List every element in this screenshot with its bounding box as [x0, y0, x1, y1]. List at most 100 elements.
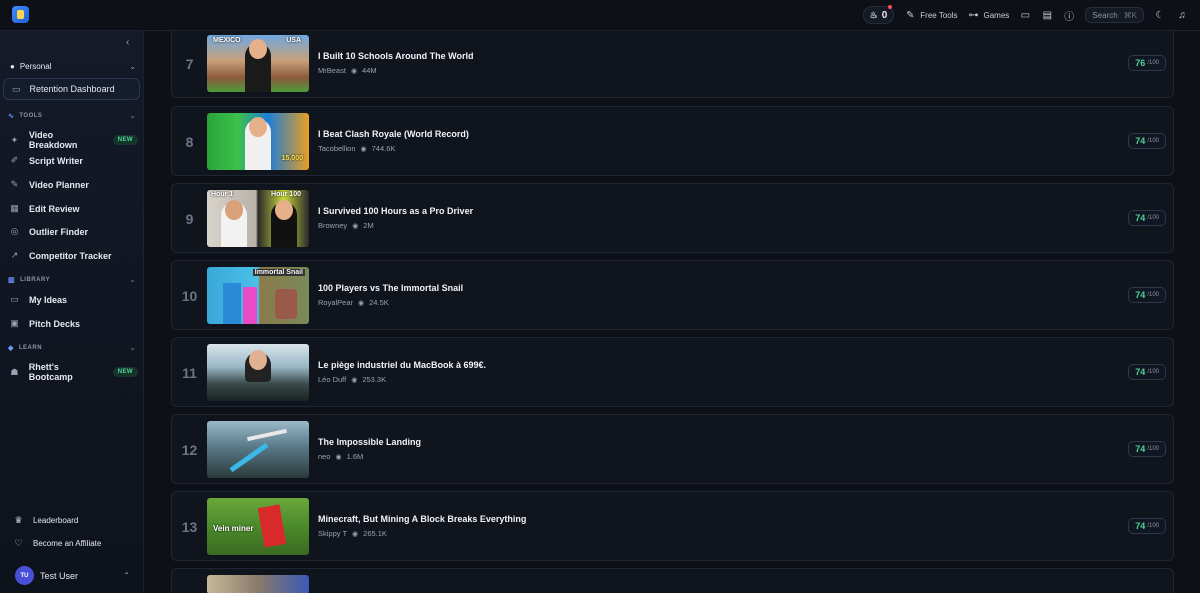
video-title[interactable]: I Beat Clash Royale (World Record) [318, 129, 469, 139]
score-badge: 74 /100 [1128, 441, 1166, 457]
video-thumbnail[interactable]: MEXICO USA [207, 35, 309, 92]
sidebar-item-script-writer[interactable]: ✐ Script Writer [10, 155, 138, 166]
chevron-up-icon: ⌃ [123, 571, 130, 580]
thumbnail-text: MEXICO [213, 37, 241, 44]
thumbnail-text: Hour 100 [271, 191, 301, 198]
presentation-icon: ▣ [10, 318, 19, 328]
collapse-sidebar-icon[interactable]: ‹ [126, 37, 129, 48]
score-max: /100 [1147, 292, 1159, 298]
sidebar-item-my-ideas[interactable]: ▭ My Ideas [10, 294, 138, 305]
games-link[interactable]: ⊶ Games [968, 10, 1010, 21]
video-thumbnail[interactable]: Hour 1 Hour 100 [207, 190, 309, 247]
video-row[interactable]: 9 Hour 1 Hour 100 I Survived 100 Hours a… [171, 183, 1174, 253]
video-title[interactable]: 100 Players vs The Immortal Snail [318, 283, 463, 293]
video-title[interactable]: Minecraft, But Mining A Block Breaks Eve… [318, 514, 526, 524]
sidebar-item-label: My Ideas [29, 294, 68, 305]
section-tools[interactable]: ∿ TOOLS ⌄ [8, 112, 136, 120]
chat-icon[interactable]: ▭ [1019, 10, 1031, 21]
graduation-icon: ☗ [10, 366, 19, 377]
video-thumbnail[interactable]: Immortal Snail [207, 267, 309, 324]
channel-name[interactable]: Browney [318, 221, 347, 230]
leaderboard-label: Leaderboard [33, 516, 79, 525]
streak-count: 0 [881, 9, 888, 21]
section-library[interactable]: ▥ LIBRARY ⌄ [8, 276, 136, 284]
score-max: /100 [1147, 60, 1159, 66]
video-meta: Léo Duff ◉ 253.3K [318, 375, 386, 384]
trophy-icon: ♛ [14, 515, 23, 525]
theme-toggle-icon[interactable]: ☾ [1154, 10, 1166, 21]
video-meta: MrBeast ◉ 44M [318, 66, 377, 75]
video-row[interactable]: 11 Le piège industriel du MacBook à 699€… [171, 337, 1174, 407]
channel-name[interactable]: Léo Duff [318, 375, 346, 384]
wallet-icon[interactable]: ▤ [1041, 10, 1053, 21]
help-icon[interactable]: ⓘ [1063, 8, 1075, 23]
video-meta: neo ◉ 1.6M [318, 452, 363, 461]
thumbnail-text: USA [286, 37, 301, 44]
video-title[interactable]: I Built 10 Schools Around The World [318, 51, 474, 61]
score-value: 74 [1135, 213, 1146, 223]
score-max: /100 [1147, 138, 1159, 144]
sidebar-item-outlier-finder[interactable]: ◎ Outlier Finder [10, 226, 138, 237]
video-title[interactable]: I Survived 100 Hours as a Pro Driver [318, 206, 473, 216]
channel-name[interactable]: neo [318, 452, 331, 461]
rank-number: 10 [181, 288, 198, 304]
chevron-down-icon: ⌄ [129, 345, 136, 352]
video-row[interactable]: 12 The Impossible Landing neo ◉ 1.6M 74 … [171, 414, 1174, 484]
rank-number: 7 [185, 56, 194, 72]
sidebar-item-competitor-tracker[interactable]: ↗ Competitor Tracker [10, 250, 138, 261]
video-title[interactable]: Le piège industriel du MacBook à 699€. [318, 360, 486, 370]
section-learn[interactable]: ◆ LEARN ⌄ [8, 344, 136, 352]
affiliate-link[interactable]: ♡ Become an Affiliate [14, 538, 101, 549]
sidebar-item-video-planner[interactable]: ✎ Video Planner [10, 179, 138, 190]
score-value: 74 [1135, 444, 1146, 454]
sidebar-item-pitch-decks[interactable]: ▣ Pitch Decks [10, 318, 138, 329]
pencil-icon: ✎ [10, 179, 19, 189]
top-bar: ♨ 0 ✎ Free Tools ⊶ Games ▭ ▤ ⓘ Search ⌘K… [0, 0, 1200, 31]
sidebar-item-retention-dashboard[interactable]: ▭ Retention Dashboard [3, 78, 140, 100]
video-title[interactable]: The Impossible Landing [318, 437, 421, 447]
sidebar-item-label: Pitch Decks [29, 318, 81, 329]
sidebar: ‹ ● Personal ⌄ ▭ Retention Dashboard ∿ T… [0, 31, 144, 593]
leaderboard-link[interactable]: ♛ Leaderboard [14, 515, 78, 526]
video-thumbnail[interactable] [207, 575, 309, 593]
score-max: /100 [1147, 215, 1159, 221]
video-thumbnail[interactable]: Vein miner [207, 498, 309, 555]
app-logo-icon[interactable] [12, 6, 29, 23]
user-menu[interactable]: TU Test User ⌃ [15, 566, 130, 585]
video-row[interactable]: 10 Immortal Snail 100 Players vs The Imm… [171, 260, 1174, 330]
video-row[interactable]: 13 Vein miner Minecraft, But Mining A Bl… [171, 491, 1174, 561]
search-button[interactable]: Search ⌘K [1085, 7, 1144, 23]
score-value: 74 [1135, 290, 1146, 300]
video-meta: Browney ◉ 2M [318, 221, 374, 230]
monitor-icon: ▭ [12, 83, 21, 94]
score-max: /100 [1147, 369, 1159, 375]
video-thumbnail[interactable] [207, 421, 309, 478]
video-thumbnail[interactable] [207, 344, 309, 401]
sidebar-item-rhetts-bootcamp[interactable]: ☗ Rhett's Bootcamp NEW [10, 362, 138, 382]
streak-counter[interactable]: ♨ 0 [862, 5, 895, 24]
video-row[interactable]: 8 15,000 I Beat Clash Royale (World Reco… [171, 106, 1174, 176]
score-badge: 74 /100 [1128, 287, 1166, 303]
learn-section-icon: ◆ [8, 345, 14, 352]
free-tools-link[interactable]: ✎ Free Tools [904, 10, 957, 21]
search-shortcut: ⌘K [1123, 10, 1137, 20]
eye-icon: ◉ [352, 222, 359, 230]
chart-icon: ↗ [10, 250, 19, 260]
video-row[interactable] [171, 568, 1174, 593]
video-list: 7 MEXICO USA I Built 10 Schools Around T… [171, 28, 1174, 593]
channel-name[interactable]: MrBeast [318, 66, 346, 75]
sidebar-item-video-breakdown[interactable]: ✦ Video Breakdown NEW [10, 130, 138, 150]
sidebar-item-label: Rhett's Bootcamp [28, 362, 73, 382]
library-section-icon: ▥ [8, 277, 16, 284]
sidebar-item-edit-review[interactable]: ▦ Edit Review [10, 203, 138, 214]
workspace-switcher[interactable]: ● Personal ⌄ [10, 62, 136, 71]
bell-icon[interactable]: ♫ [1176, 10, 1188, 21]
pen-icon: ✐ [10, 155, 19, 165]
channel-name[interactable]: Skippy T [318, 529, 347, 538]
section-label: LEARN [18, 345, 43, 351]
score-max: /100 [1147, 446, 1159, 452]
channel-name[interactable]: RoyalPear [318, 298, 353, 307]
video-thumbnail[interactable]: 15,000 [207, 113, 309, 170]
channel-name[interactable]: Tacobellion [318, 144, 356, 153]
video-row[interactable]: 7 MEXICO USA I Built 10 Schools Around T… [171, 28, 1174, 98]
